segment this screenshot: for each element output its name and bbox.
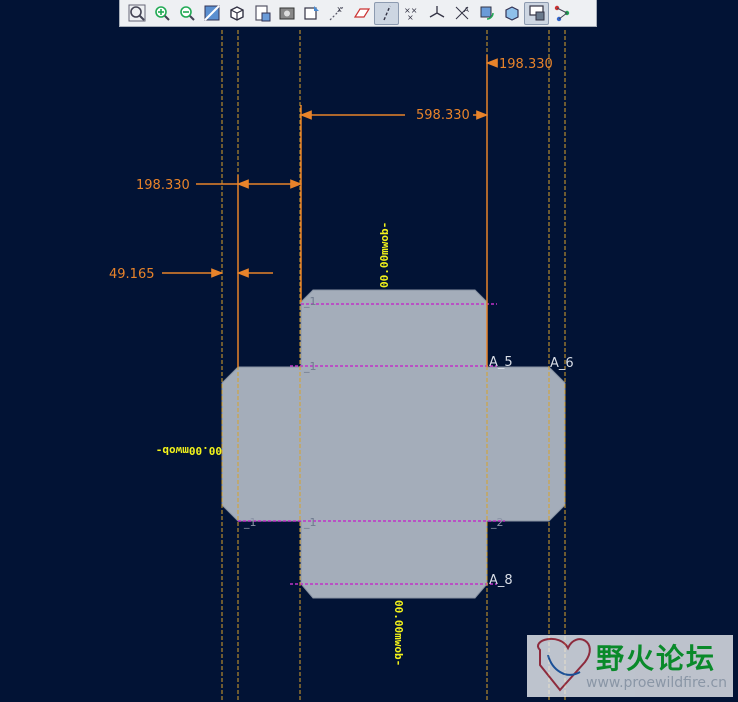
saved-views-icon xyxy=(254,5,270,22)
bend-label-3: _1 xyxy=(303,360,317,373)
view-toolbar: X ×× × A xyxy=(119,0,597,27)
connection-button[interactable] xyxy=(549,2,574,25)
csys-display-button[interactable] xyxy=(424,2,449,25)
view-manager-icon xyxy=(303,6,319,20)
zoom-in-button[interactable] xyxy=(149,2,174,25)
zoom-fit-button[interactable] xyxy=(124,2,149,25)
plane-display-icon xyxy=(353,8,370,18)
display-style-icon xyxy=(279,7,294,20)
svg-text:A: A xyxy=(464,6,469,14)
axis-display-button[interactable] xyxy=(374,1,399,25)
appearance-button[interactable] xyxy=(499,2,524,25)
orient-view-icon xyxy=(229,6,244,21)
dim-left-mid[interactable]: 198.330 xyxy=(136,178,190,193)
annotation-display-button[interactable]: A xyxy=(449,2,474,25)
bend-label-1: _1 xyxy=(243,516,257,529)
zoom-fit-icon xyxy=(128,4,145,22)
zoom-in-icon xyxy=(154,6,170,21)
datum-display-button[interactable]: X xyxy=(324,2,349,25)
annotation-display-icon: A xyxy=(455,6,469,20)
bend-note-left[interactable]: 00.00mwob- xyxy=(156,444,222,457)
point-display-button[interactable]: ×× × xyxy=(399,2,424,25)
connection-icon xyxy=(554,5,569,22)
graphics-canvas[interactable]: 198.330 598.330 198.330 49.165 A_5 A_6 A… xyxy=(0,0,738,702)
bend-label-5: _1 xyxy=(303,295,317,308)
svg-text:×: × xyxy=(407,13,414,22)
dimension-display-icon xyxy=(528,5,544,21)
repaint-icon xyxy=(203,5,220,21)
point-display-icon: ××× xyxy=(404,6,417,22)
appearance-icon xyxy=(504,6,519,21)
dim-top-span[interactable]: 598.330 xyxy=(416,108,470,123)
dim-top-right[interactable]: 198.330 xyxy=(499,57,553,72)
flat-pattern-sheet[interactable] xyxy=(221,289,566,599)
bend-label-a8: A_8 xyxy=(489,573,513,588)
watermark-url: www.proewildfire.cn xyxy=(586,675,728,691)
csys-display-icon xyxy=(429,6,444,18)
bend-label-a6: A_6 xyxy=(550,356,574,371)
plane-display-button[interactable] xyxy=(349,2,374,25)
bend-label-a5: A_5 xyxy=(489,355,513,370)
zoom-out-icon xyxy=(179,6,195,21)
svg-text:X: X xyxy=(337,6,342,14)
display-style-button[interactable] xyxy=(274,2,299,25)
bend-note-top[interactable]: 00.00mwob- xyxy=(378,222,391,288)
dimension-display-button[interactable] xyxy=(524,1,549,25)
saved-views-button[interactable] xyxy=(249,2,274,25)
bend-label-4: _1 xyxy=(303,516,317,529)
bend-note-bottom[interactable]: 00.00mwob- xyxy=(392,600,405,666)
axis-display-icon xyxy=(382,5,391,21)
zoom-out-button[interactable] xyxy=(174,2,199,25)
spin-center-icon xyxy=(480,6,494,20)
view-manager-button[interactable] xyxy=(299,2,324,25)
watermark-title: 野火论坛 xyxy=(596,642,717,675)
dim-left-small[interactable]: 49.165 xyxy=(109,267,155,282)
orient-view-button[interactable] xyxy=(224,2,249,25)
bend-label-2: _2 xyxy=(490,516,504,529)
repaint-button[interactable] xyxy=(199,2,224,25)
datum-display-icon: X xyxy=(329,5,344,21)
spin-center-button[interactable] xyxy=(474,2,499,25)
